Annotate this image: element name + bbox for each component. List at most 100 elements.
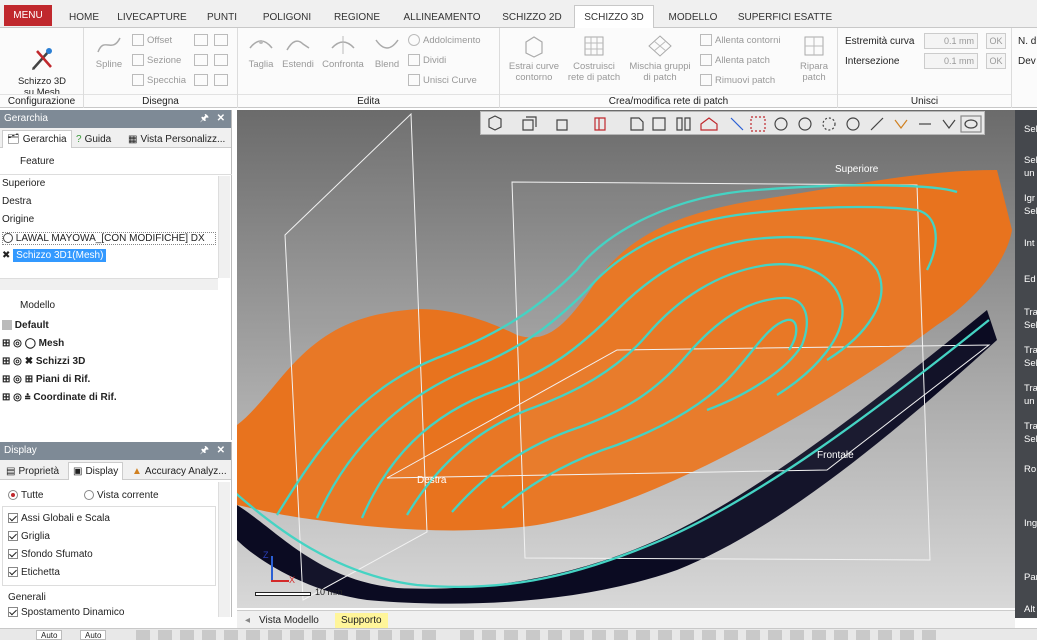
estrai-curve-button[interactable]: Estrai curve contorno [504,34,564,83]
feature-scrollbar[interactable] [218,176,230,278]
tool-icon[interactable] [214,74,228,86]
tab-proprieta[interactable]: ▤ Proprietà [2,462,63,480]
checkbox-icon [8,549,18,560]
tab-allineamento[interactable]: ALLINEAMENTO [394,6,490,28]
display-icon: ▣ [73,466,83,477]
radio-tutte[interactable]: Tutte [8,490,43,501]
model-item-mesh[interactable]: ⊞ ◎ ◯ Mesh [2,338,64,349]
tool-icon[interactable] [194,54,208,66]
tool-icon[interactable] [214,34,228,46]
model-item-planes[interactable]: ⊞ ◎ ⊞ Piani di Rif. [2,374,90,385]
tab-modello[interactable]: MODELLO [658,6,728,28]
3d-viewport[interactable]: Superiore Destra Frontale Z X 10 mm [237,110,1015,608]
radio-vista-corrente[interactable]: Vista corrente [84,490,159,501]
tool-icon[interactable] [194,34,208,46]
pin-icon[interactable]: 🖈 [200,442,209,460]
visibility-icon: ◎ [13,356,22,367]
tool-icon[interactable] [214,54,228,66]
right-panel-item[interactable]: Ro [1024,464,1036,475]
tab-schizzo-3d[interactable]: SCHIZZO 3D [574,5,654,29]
display-scrollbar[interactable] [218,482,230,617]
tool-icon[interactable] [194,74,208,86]
right-panel-item[interactable]: Alt [1024,604,1035,615]
right-panel-item[interactable]: Ed [1024,274,1036,285]
right-panel-item[interactable]: Tra un [1024,382,1037,408]
unisci-curve-button[interactable]: Unisci Curve [408,74,477,86]
tab-regione[interactable]: REGIONE [326,6,388,28]
taglia-button[interactable]: Taglia [244,34,278,70]
option-assi-globali[interactable]: Assi Globali e Scala [8,513,110,524]
option-griglia[interactable]: Griglia [8,531,50,542]
costruisci-rete-button[interactable]: Costruisci rete di patch [564,34,624,83]
model-item-coordinates[interactable]: ⊞ ◎ ⩮ Coordinate di Rif. [2,392,117,403]
tab-gerarchia[interactable]: 🗂 Gerarchia [2,130,72,148]
right-panel-item[interactable]: Igr Sel [1024,192,1037,218]
group-label-configurazione: Configurazione [0,94,83,108]
auto-select-2[interactable]: Auto [80,630,107,640]
right-panel-item[interactable]: Int [1024,238,1035,249]
feature-h-scrollbar[interactable] [0,278,218,290]
mischia-gruppi-button[interactable]: Mischia gruppi di patch [624,34,696,83]
intersezione-ok-button[interactable]: OK [986,53,1006,69]
hierarchy-subtabs: 🗂 Gerarchia ? Guida ▦ Vista Personalizz... [0,128,231,148]
right-panel-item[interactable]: Ing [1024,518,1037,529]
tab-vista-personalizzata[interactable]: ▦ Vista Personalizz... [124,130,229,148]
remove-patch-icon [700,74,712,86]
option-etichetta[interactable]: Etichetta [8,567,60,578]
ripara-patch-button[interactable]: Ripara patch [796,34,832,83]
feature-item-sketch[interactable]: ✖ Schizzo 3D1(Mesh) [2,249,107,262]
allenta-patch-button[interactable]: Allenta patch [700,54,770,66]
pin-icon[interactable]: 🖈 [200,110,209,128]
tab-home[interactable]: HOME [58,6,110,28]
ribbon-tab-bar: MENU HOME LIVECAPTURE PUNTI POLIGONI REG… [0,0,1037,29]
option-spostamento-dinamico[interactable]: Spostamento Dinamico [8,607,124,617]
default-layer[interactable]: Default [2,320,49,331]
specchia-button[interactable]: Specchia [132,74,186,86]
intersezione-input[interactable]: 0.1 mm [924,53,978,69]
right-panel-item[interactable]: Par [1024,572,1037,583]
rimuovi-patch-button[interactable]: Rimuovi patch [700,74,775,86]
build-network-icon [584,36,604,56]
feature-item-mesh[interactable]: LAWAL MAYOWA_[CON MODIFICHE] DX [2,232,216,245]
tab-display[interactable]: ▣ Display [68,462,124,480]
right-panel-item[interactable]: Tra Sel [1024,306,1037,332]
selection-tools-icons[interactable] [136,630,436,640]
option-sfondo-sfumato[interactable]: Sfondo Sfumato [8,549,93,560]
sezione-button[interactable]: Sezione [132,54,181,66]
menu-button[interactable]: MENU [4,5,52,26]
allenta-contorni-button[interactable]: Allenta contorni [700,34,780,46]
right-panel-item[interactable]: Tra Sel [1024,420,1037,446]
model-item-sketches[interactable]: ⊞ ◎ ✖ Schizzi 3D [2,356,85,367]
estremita-curva-input[interactable]: 0.1 mm [924,33,978,49]
tab-accuracy-analyzer[interactable]: ▲ Accuracy Analyz... [128,462,231,480]
tab-supporto[interactable]: Supporto [335,613,388,628]
close-icon[interactable]: ✕ [217,442,225,460]
group-label-edita: Edita [238,94,499,108]
estremita-ok-button[interactable]: OK [986,33,1006,49]
feature-item[interactable]: Origine [2,214,34,225]
estendi-button[interactable]: Estendi [280,34,316,70]
right-panel-item[interactable]: Sel un [1024,154,1037,180]
auto-select-1[interactable]: Auto [36,630,63,640]
spline-button[interactable]: Spline [90,34,128,70]
close-icon[interactable]: ✕ [217,110,225,128]
expand-icon: ⊞ [2,374,11,385]
tab-schizzo-2d[interactable]: SCHIZZO 2D [494,6,570,28]
confronta-button[interactable]: Confronta [318,34,368,70]
tab-superfici-esatte[interactable]: SUPERFICI ESATTE [732,6,838,28]
right-panel-item[interactable]: Sel [1024,124,1037,135]
right-panel-item[interactable]: Tra Sel [1024,344,1037,370]
tab-punti[interactable]: PUNTI [196,6,248,28]
tab-guida[interactable]: ? Guida [72,130,115,148]
offset-button[interactable]: Offset [132,34,172,46]
tab-livecapture[interactable]: LIVECAPTURE [112,6,192,28]
dividi-button[interactable]: Dividi [408,54,446,66]
blend-button[interactable]: Blend [370,34,404,70]
axis-triad: Z X [263,550,307,590]
addolcimento-button[interactable]: Addolcimento [408,34,481,46]
feature-item[interactable]: Superiore [2,178,45,189]
feature-item[interactable]: Destra [2,196,31,207]
tab-vista-modello[interactable]: Vista Modello [253,613,325,628]
display-tools-icons[interactable] [460,630,940,640]
tab-poligoni[interactable]: POLIGONI [252,6,322,28]
